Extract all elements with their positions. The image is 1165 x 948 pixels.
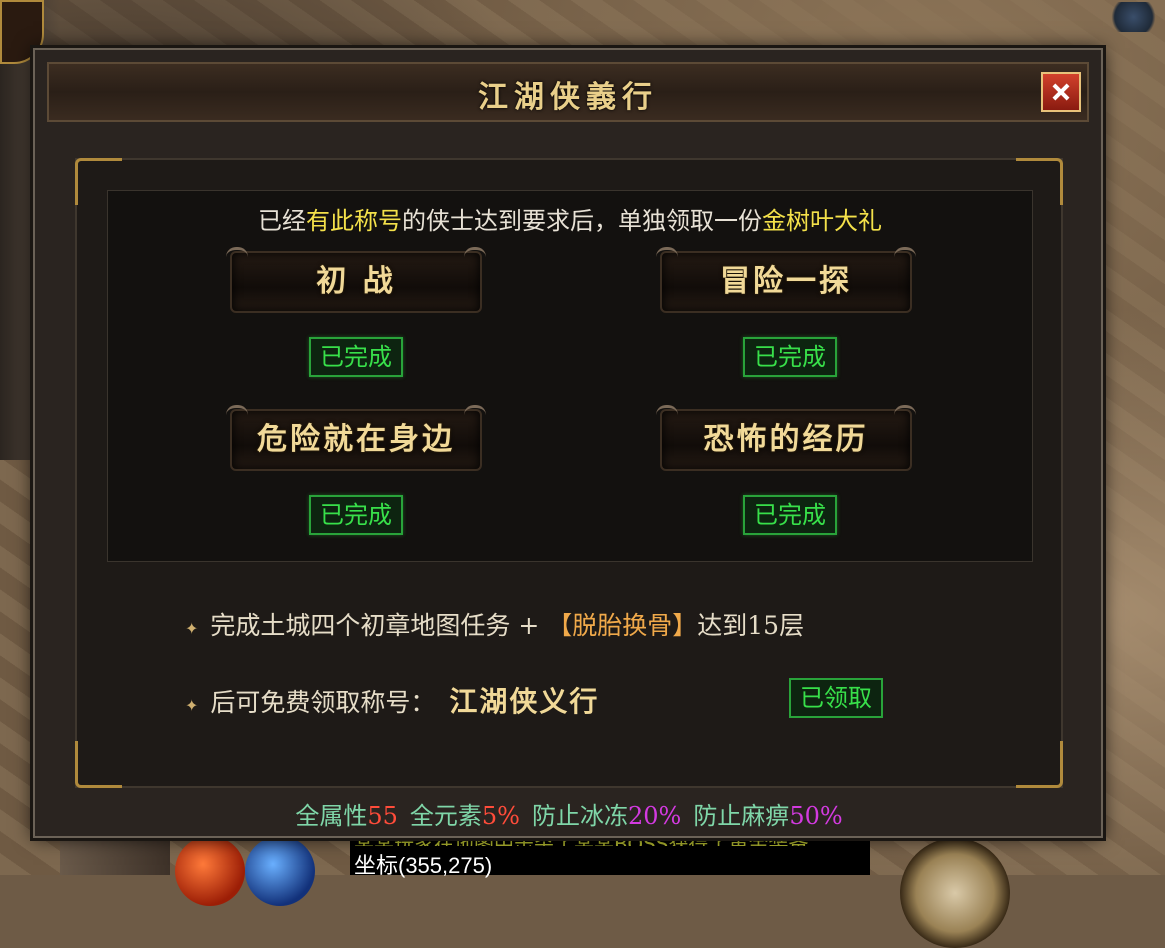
corner-ornament xyxy=(1016,741,1063,788)
attr-label: 全属性 xyxy=(295,802,368,830)
reward-label: 后可免费领取称号： xyxy=(210,688,436,717)
requirement-line: ✦ 完成土城四个初章地图任务 + 【脱胎换骨】达到15层 xyxy=(185,606,804,642)
attr-value: 20% xyxy=(627,802,682,830)
quest-panel: 已经有此称号的侠士达到要求后，单独领取一份金树叶大礼 初 战 已完成 冒险一探 … xyxy=(107,190,1033,562)
mp-orb xyxy=(245,836,315,906)
quest-button-terror[interactable]: 恐怖的经历 xyxy=(656,405,916,471)
requirement-text: 达到15层 xyxy=(697,611,805,640)
requirement-highlight: 【脱胎换骨】 xyxy=(547,611,698,640)
character-sprite xyxy=(1106,2,1161,32)
quest-status-badge: 已完成 xyxy=(743,495,837,535)
attr-value: 55 xyxy=(367,802,398,830)
claimed-button[interactable]: 已领取 xyxy=(789,678,883,718)
attr-value: 5% xyxy=(481,802,520,830)
intro-highlight: 金树叶大礼 xyxy=(762,207,882,235)
corner-ornament xyxy=(75,741,122,788)
hud-dragon-decoration xyxy=(60,832,170,875)
attr-value: 50% xyxy=(789,802,843,830)
dialog-titlebar: 江湖侠義行 xyxy=(47,62,1089,122)
content-frame: 已经有此称号的侠士达到要求后，单独领取一份金树叶大礼 初 战 已完成 冒险一探 … xyxy=(75,158,1063,830)
close-button[interactable] xyxy=(1041,72,1081,112)
requirement-text: 完成土城四个初章地图任务 + xyxy=(210,611,548,640)
diamond-bullet-icon: ✦ xyxy=(185,696,199,715)
intro-text: 已经有此称号的侠士达到要求后，单独领取一份金树叶大礼 xyxy=(108,201,1032,236)
quest-status-badge: 已完成 xyxy=(743,337,837,377)
attr-label: 防止麻痹 xyxy=(693,802,790,830)
chat-panel: 某某玩家在地图中击杀了某某BOSS获得了黄金装备 坐标(355,275) xyxy=(350,832,870,878)
attribute-bonuses: 全属性55 全元素5% 防止冰冻20% 防止麻痹50% xyxy=(77,796,1061,831)
reward-title-name: 江湖侠义行 xyxy=(449,685,600,718)
dialog-title: 江湖侠義行 xyxy=(478,80,658,115)
quest-button-danger[interactable]: 危险就在身边 xyxy=(226,405,486,471)
quest-status-badge: 已完成 xyxy=(309,495,403,535)
reward-line: ✦ 后可免费领取称号： 江湖侠义行 xyxy=(185,680,599,720)
attr-label: 防止冰冻 xyxy=(531,802,628,830)
hp-orb xyxy=(175,836,245,906)
coordinate-readout: 坐标(355,275) xyxy=(354,853,493,878)
quest-button-first-battle[interactable]: 初 战 xyxy=(226,247,486,313)
hud-skill-ring[interactable] xyxy=(900,838,1010,948)
quest-button-adventure[interactable]: 冒险一探 xyxy=(656,247,916,313)
diamond-bullet-icon: ✦ xyxy=(185,619,199,638)
intro-highlight: 有此称号 xyxy=(306,207,402,235)
quest-status-badge: 已完成 xyxy=(309,337,403,377)
title-reward-dialog: 江湖侠義行 已经有此称号的侠士达到要求后，单独领取一份金树叶大礼 初 战 已完成… xyxy=(33,48,1103,838)
intro-part: 已经 xyxy=(258,207,306,235)
intro-part: 的侠士达到要求后，单独领取一份 xyxy=(402,207,762,235)
bottom-hud: 某某玩家在地图中击杀了某某BOSS获得了黄金装备 坐标(355,275) xyxy=(60,832,1120,948)
attr-label: 全元素 xyxy=(409,802,482,830)
